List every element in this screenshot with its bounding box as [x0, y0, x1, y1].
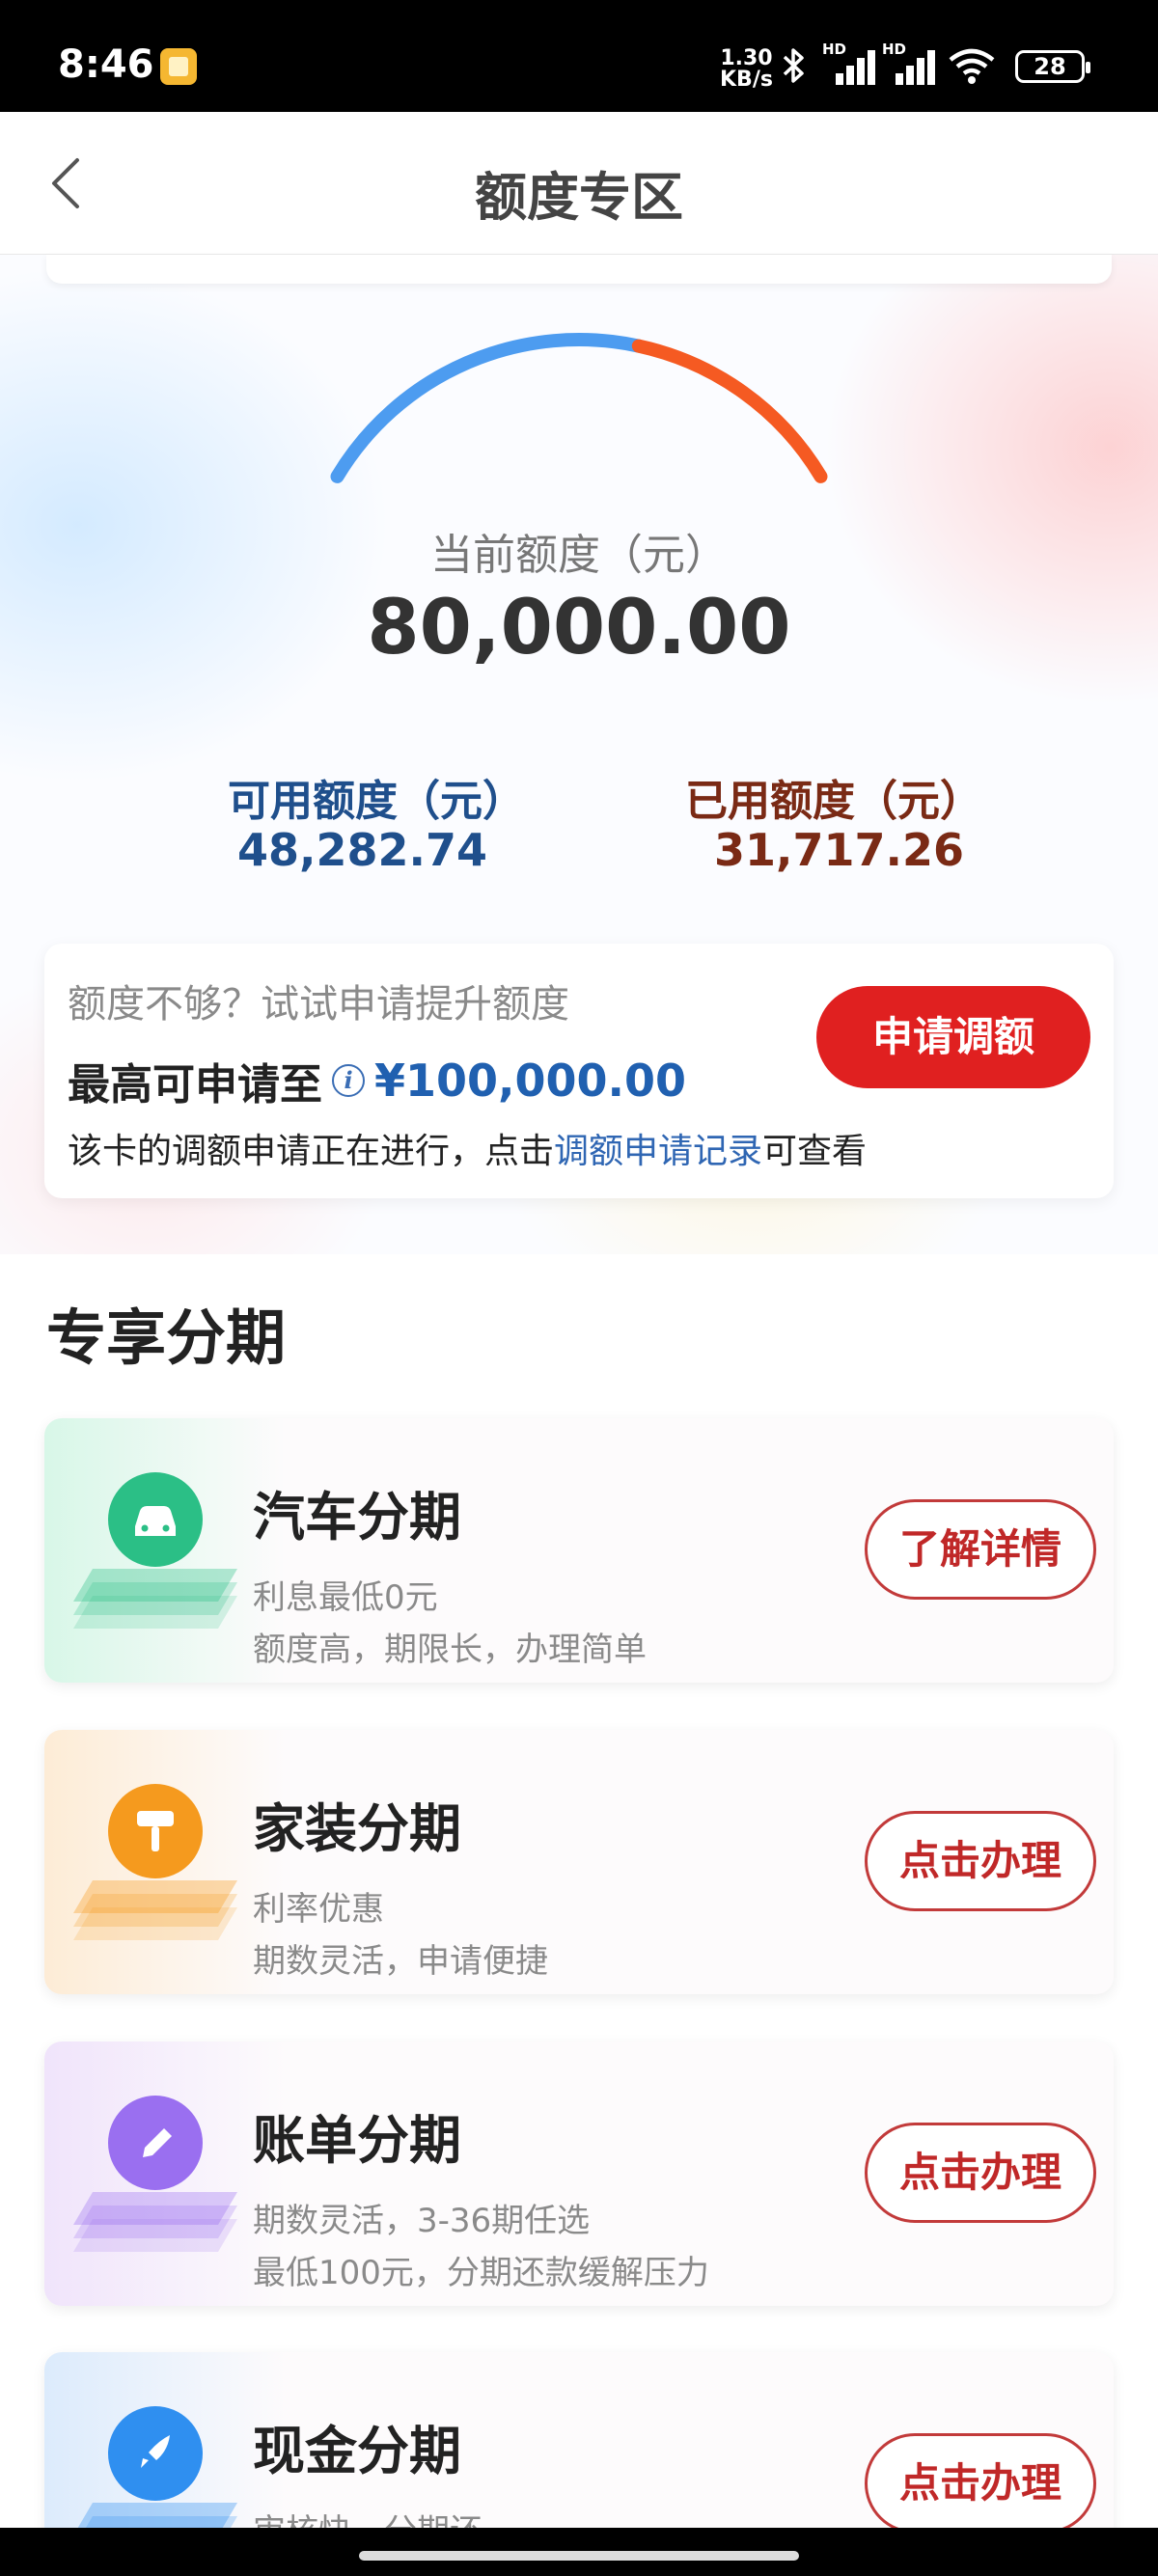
network-speed-value: 1.30	[720, 46, 773, 70]
signal-hd-label: HD	[822, 41, 847, 58]
status-time: 8:46	[58, 42, 154, 87]
rocket-icon	[108, 2406, 203, 2501]
bluetooth-icon	[782, 46, 807, 94]
wifi-icon	[948, 46, 996, 85]
note-text-after: 可查看	[762, 1132, 868, 1171]
installment-desc: 利息最低0元	[253, 1578, 438, 1617]
available-credit-label: 可用额度（元）	[228, 777, 525, 826]
max-credit-amount: ¥100,000.00	[374, 1055, 687, 1107]
installment-title: 账单分期	[253, 2110, 461, 2171]
credit-overview: 当前额度（元） 80,000.00 可用额度（元） 48,282.74 已用额度…	[0, 255, 1158, 1254]
system-navigation-bar	[0, 2528, 1158, 2576]
installment-title: 家装分期	[253, 1798, 461, 1859]
max-credit-label: 最高可申请至	[68, 1060, 322, 1110]
info-icon[interactable]: i	[332, 1064, 365, 1097]
installment-title: 汽车分期	[253, 1487, 461, 1548]
available-credit-value: 48,282.74	[237, 824, 487, 876]
paint-roller-icon	[108, 1784, 203, 1878]
installment-card[interactable]: 账单分期 期数灵活，3-36期任选 最低100元，分期还款缓解压力 点击办理	[44, 2042, 1114, 2306]
application-record-link[interactable]: 调额申请记录	[554, 1132, 762, 1171]
status-bar: 8:46 1.30 KB/s HD HD 28	[0, 0, 1158, 112]
installment-desc: 额度高，期限长，办理简单	[253, 1631, 647, 1669]
apply-now-button[interactable]: 点击办理	[865, 2123, 1096, 2223]
apply-now-button[interactable]: 点击办理	[865, 1811, 1096, 1911]
notification-icon	[160, 48, 197, 85]
installment-title: 现金分期	[253, 2421, 461, 2481]
page-header: 额度专区	[0, 112, 1158, 255]
network-speed: 1.30 KB/s	[720, 48, 773, 91]
gauge-available-arc	[330, 333, 646, 483]
signal-icon: HD	[822, 41, 878, 85]
note-text-before: 该卡的调额申请正在进行，点击	[68, 1132, 555, 1171]
card-platform	[73, 1880, 237, 1940]
section-title: 专享分期	[46, 1302, 287, 1373]
card-platform	[73, 2192, 237, 2252]
pencil-icon	[108, 2096, 203, 2190]
apply-credit-adjust-button[interactable]: 申请调额	[816, 986, 1090, 1088]
signal-icon: HD	[882, 41, 938, 85]
top-card-edge	[46, 255, 1112, 284]
home-gesture-handle[interactable]	[359, 2551, 799, 2561]
signal-hd-label: HD	[882, 41, 907, 58]
current-credit-label: 当前额度（元）	[430, 531, 728, 580]
installment-card[interactable]: 家装分期 利率优惠 期数灵活，申请便捷 点击办理	[44, 1730, 1114, 1994]
learn-more-button[interactable]: 了解详情	[865, 1499, 1096, 1600]
page-title: 额度专区	[475, 167, 683, 228]
used-credit-value: 31,717.26	[714, 824, 964, 876]
car-icon	[108, 1472, 203, 1567]
credit-increase-card: 额度不够？试试申请提升额度 最高可申请至 i ¥100,000.00 该卡的调额…	[44, 944, 1114, 1198]
application-status-note: 该卡的调额申请正在进行，点击调额申请记录可查看	[68, 1123, 867, 1173]
max-credit-line: 最高可申请至 i ¥100,000.00	[68, 1050, 686, 1111]
installment-desc: 期数灵活，申请便捷	[253, 1942, 548, 1981]
apply-now-button[interactable]: 点击办理	[865, 2433, 1096, 2534]
installment-desc: 利率优惠	[253, 1890, 384, 1929]
installment-card[interactable]: 汽车分期 利息最低0元 额度高，期限长，办理简单 了解详情	[44, 1418, 1114, 1683]
used-credit-label: 已用额度（元）	[685, 777, 982, 826]
installment-desc: 期数灵活，3-36期任选	[253, 2202, 591, 2240]
installment-desc: 最低100元，分期还款缓解压力	[253, 2254, 709, 2292]
card-platform	[73, 1569, 237, 1629]
current-credit-value: 80,000.00	[367, 585, 791, 671]
network-speed-unit: KB/s	[720, 68, 773, 92]
credit-increase-prompt: 额度不够？试试申请提升额度	[68, 982, 569, 1027]
gauge-used-arc	[631, 339, 828, 483]
battery-indicator: 28	[1015, 50, 1090, 83]
